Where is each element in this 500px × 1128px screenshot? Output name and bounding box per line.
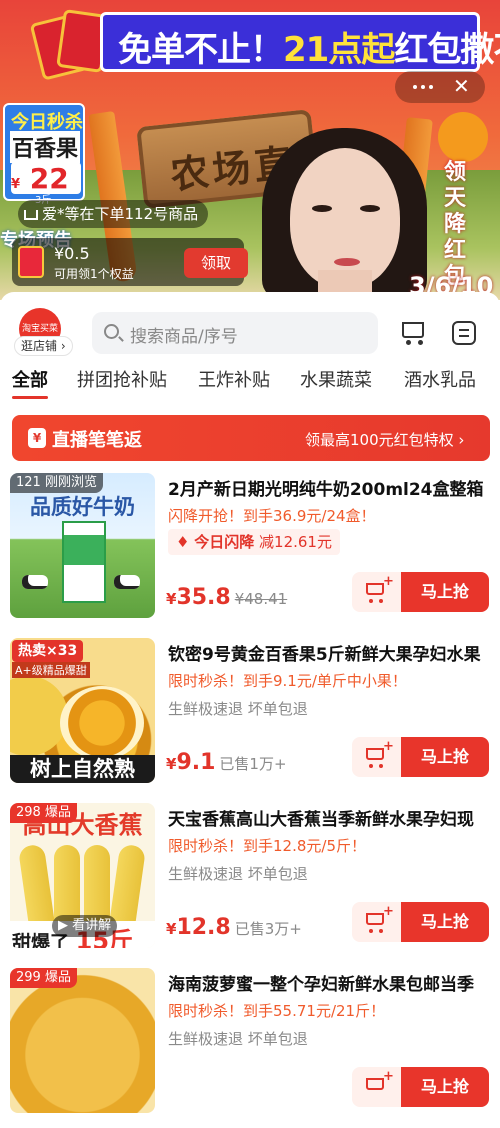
search-placeholder: 搜索商品/序号 [130, 327, 238, 347]
service-guarantee: 生鲜极速退 坏单包退 [168, 700, 308, 718]
views-badge: 121 刚刚浏览 [10, 473, 103, 493]
cart-icon [366, 1078, 384, 1090]
product-title[interactable]: 钦密9号黄金百香果5斤新鲜大果孕妇水果 [168, 640, 488, 665]
search-input[interactable]: 搜索商品/序号 [92, 312, 378, 354]
coupon-card[interactable]: ¥0.5 可用领1个权益 领取 [12, 238, 248, 286]
flame-icon: ♦ [176, 533, 190, 551]
host-eye [312, 205, 332, 212]
sold-count: 已售1万+ [219, 755, 287, 773]
yuan-icon: ¥ [28, 428, 46, 448]
hot-sale-badge: 热卖×33 [12, 640, 84, 662]
buy-now-button[interactable]: 马上抢 [401, 737, 489, 777]
product-card[interactable]: 299 爆品 海南菠萝蜜一整个孕妇新鲜水果包邮当季 限时秒杀！到手55.71元/… [0, 968, 500, 1128]
claim-button[interactable]: 领取 [184, 248, 248, 278]
product-price: ¥9.1 已售1万+ [166, 750, 287, 775]
buyer-notice: 爱*等在下单112号商品 [18, 200, 209, 228]
add-to-cart-button[interactable]: + [352, 1067, 402, 1107]
service-guarantee: 生鲜极速退 坏单包退 [168, 1030, 308, 1048]
tab-super-subsidy[interactable]: 王炸补贴 [198, 366, 270, 392]
product-image[interactable]: 高山大香蕉 甜爆了 15斤 ▶ 看讲解 [10, 803, 155, 948]
active-tab-indicator [12, 396, 48, 399]
live-controls: ✕ [395, 71, 485, 103]
cart-icon [366, 583, 384, 595]
flash-sale-tag[interactable]: 今日秒杀 百香果 ¥ 22 3斤 [3, 103, 85, 206]
promo-banner-text: 免单不止！21点起红包撒不停 [118, 30, 500, 70]
image-caption: 树上自然熟 [10, 755, 155, 783]
more-icon[interactable] [413, 85, 417, 89]
passion-fruit-illustration [10, 676, 68, 756]
visit-shop-link[interactable]: 逛店铺 › [14, 336, 73, 356]
product-promo-text: 限时秒杀！到手9.1元/单斤中小果！ [168, 672, 407, 690]
service-guarantee: 生鲜极速退 坏单包退 [168, 865, 308, 883]
product-title[interactable]: 2月产新日期光明纯牛奶200ml24盒整箱 [168, 475, 488, 500]
orange-decoration [438, 112, 488, 162]
red-packet-decoration [29, 8, 110, 81]
hot-rank-badge: 299 爆品 [10, 968, 77, 988]
product-promo-text: 限时秒杀！到手12.8元/5斤！ [168, 837, 366, 855]
cart-icon [24, 209, 38, 220]
cart-icon[interactable] [398, 320, 426, 346]
flash-drop-chip: ♦ 今日闪降 减12.61元 [168, 529, 340, 555]
host-eye [360, 205, 380, 212]
buy-now-button[interactable]: 马上抢 [401, 572, 489, 612]
product-promo-text: 闪降开抢！到手36.9元/24盒！ [168, 507, 376, 525]
product-price: ¥35.8 ¥48.41 [166, 585, 288, 610]
cashback-title: 直播笔笔返 [52, 430, 142, 451]
host-lips [334, 258, 360, 266]
add-to-cart-button[interactable]: + [352, 737, 402, 777]
category-tabs: 全部 拼团抢补贴 王炸补贴 水果蔬菜 酒水乳品 [0, 366, 500, 398]
product-title[interactable]: 海南菠萝蜜一整个孕妇新鲜水果包邮当季 [168, 970, 488, 995]
cashback-subtitle: 领最高100元红包特权 › [305, 431, 465, 449]
product-image[interactable] [10, 968, 155, 1113]
image-caption: 品质好牛奶 [30, 495, 135, 519]
product-card[interactable]: 高山大香蕉 甜爆了 15斤 ▶ 看讲解 298 爆品 天宝香蕉高山大香蕉当季新鲜… [0, 803, 500, 963]
coupon-amount: ¥0.5 [54, 244, 90, 263]
add-to-cart-button[interactable]: + [352, 572, 402, 612]
coupon-desc: 可用领1个权益 [54, 267, 134, 281]
cow-illustration [22, 575, 48, 589]
watch-explain-button[interactable]: ▶ 看讲解 [52, 915, 118, 937]
order-list-icon[interactable] [452, 321, 476, 345]
cart-icon [366, 913, 384, 925]
passion-fruit-pulp [60, 686, 144, 760]
red-envelope-icon [18, 246, 44, 278]
original-price: ¥48.41 [234, 590, 288, 608]
sold-count: 已售3万+ [234, 920, 302, 938]
tab-all[interactable]: 全部 [12, 366, 48, 392]
cow-illustration [114, 575, 140, 589]
tab-group-subsidy[interactable]: 拼团抢补贴 [77, 366, 167, 392]
product-title[interactable]: 天宝香蕉高山大香蕉当季新鲜水果孕妇现 [168, 805, 488, 830]
product-price: ¥12.8 已售3万+ [166, 915, 302, 940]
live-stream-video[interactable]: 免单不止！21点起红包撒不停 农场直 ✕ 今日秒杀 百香果 ¥ 22 3斤 领天… [0, 0, 500, 300]
product-image[interactable]: 品质好牛奶 [10, 473, 155, 618]
chevron-right-icon: › [458, 431, 465, 449]
buy-now-button[interactable]: 马上抢 [401, 902, 489, 942]
cart-icon [366, 748, 384, 760]
side-vertical-text: 领天降红包 [443, 160, 466, 289]
flash-sale-price: ¥ 22 [11, 162, 81, 195]
buy-now-button[interactable]: 马上抢 [401, 1067, 489, 1107]
cashback-banner[interactable]: ¥ 直播笔笔返 领最高100元红包特权 › [12, 415, 490, 461]
product-card[interactable]: 热卖×33 A+级精品爆甜 树上自然熟 钦密9号黄金百香果5斤新鲜大果孕妇水果 … [0, 638, 500, 798]
product-image[interactable]: 热卖×33 A+级精品爆甜 树上自然熟 [10, 638, 155, 783]
add-to-cart-button[interactable]: + [352, 902, 402, 942]
hot-rank-badge: 298 爆品 [10, 803, 77, 823]
milk-box-illustration [62, 521, 106, 603]
search-icon [104, 324, 119, 339]
flash-sale-product: 百香果 [10, 131, 81, 163]
tab-fruit-veg[interactable]: 水果蔬菜 [300, 366, 372, 392]
host-face [290, 148, 400, 288]
tab-drinks-dairy[interactable]: 酒水乳品 [404, 366, 476, 392]
product-card[interactable]: 品质好牛奶 121 刚刚浏览 2月产新日期光明纯牛奶200ml24盒整箱 闪降开… [0, 473, 500, 633]
close-icon[interactable]: ✕ [453, 74, 470, 98]
quality-label: A+级精品爆甜 [12, 662, 90, 678]
product-promo-text: 限时秒杀！到手55.71元/21斤！ [168, 1002, 386, 1020]
